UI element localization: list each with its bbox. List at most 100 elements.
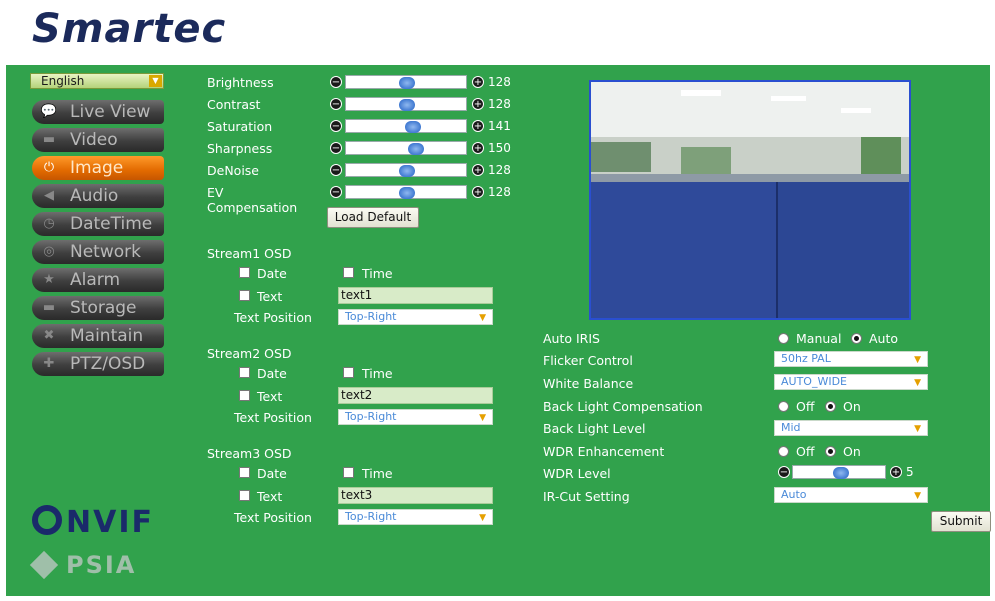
alarm-icon: ★ [43, 272, 55, 287]
slider-decrease-button[interactable]: − [330, 120, 342, 132]
osd-text-label: Text [257, 389, 283, 404]
slider-label: EV Compensation [207, 185, 298, 215]
sidebar-item-label: Audio [70, 186, 119, 206]
slider-label: DeNoise [207, 163, 259, 178]
osd-time-checkbox[interactable] [343, 267, 354, 278]
sidebar-item-network[interactable]: ◎ Network [32, 240, 164, 264]
auto-iris-label: Auto IRIS [543, 331, 600, 346]
chevron-down-icon: ▼ [914, 424, 921, 434]
bll-select[interactable]: Mid ▼ [774, 420, 928, 436]
slider-decrease-button[interactable]: − [330, 98, 342, 110]
wdr-off-radio[interactable] [778, 446, 789, 457]
auto-iris-auto-label: Auto [869, 331, 899, 346]
slider-thumb[interactable] [399, 99, 415, 111]
blc-on-radio[interactable] [825, 401, 836, 412]
osd-text-label: Text [257, 289, 283, 304]
sidebar-item-image[interactable]: ⏻ Image [32, 156, 164, 180]
chevron-down-icon: ▼ [914, 378, 921, 388]
osd-date-checkbox[interactable] [239, 367, 250, 378]
slider-thumb[interactable] [408, 143, 424, 155]
slider-track[interactable] [345, 163, 467, 177]
osd-position-select[interactable]: Top-Right ▼ [338, 409, 493, 425]
sidebar-item-datetime[interactable]: ◷ DateTime [32, 212, 164, 236]
slider-value: 141 [488, 119, 511, 133]
wdr-level-decrease-button[interactable]: − [778, 466, 790, 478]
slider-increase-button[interactable]: + [472, 98, 484, 110]
osd-position-label: Text Position [234, 410, 312, 425]
slider-thumb[interactable] [399, 187, 415, 199]
sidebar-item-label: Alarm [70, 270, 121, 290]
osd-text-input[interactable]: text2 [338, 387, 493, 404]
osd-time-label: Time [362, 366, 393, 381]
sidebar-item-ptz-osd[interactable]: ✚ PTZ/OSD [32, 352, 164, 376]
camera-icon: ▬ [42, 132, 56, 147]
osd-time-checkbox[interactable] [343, 367, 354, 378]
osd-date-checkbox[interactable] [239, 467, 250, 478]
wdr-label: WDR Enhancement [543, 444, 665, 459]
chevron-down-icon: ▼ [479, 513, 486, 523]
sidebar-item-label: Maintain [70, 326, 144, 346]
slider-track[interactable] [345, 119, 467, 133]
slider-thumb[interactable] [399, 77, 415, 89]
auto-iris-auto-radio[interactable] [851, 333, 862, 344]
osd-text-checkbox[interactable] [239, 290, 250, 301]
chevron-down-icon: ▼ [479, 313, 486, 323]
osd-position-select[interactable]: Top-Right ▼ [338, 309, 493, 325]
wdr-on-label: On [843, 444, 861, 459]
slider-decrease-button[interactable]: − [330, 164, 342, 176]
white-balance-select[interactable]: AUTO_WIDE ▼ [774, 374, 928, 390]
sidebar-item-alarm[interactable]: ★ Alarm [32, 268, 164, 292]
slider-label: Saturation [207, 119, 273, 134]
slider-increase-button[interactable]: + [472, 142, 484, 154]
slider-track[interactable] [345, 75, 467, 89]
slider-decrease-button[interactable]: − [330, 186, 342, 198]
video-frame [591, 82, 909, 318]
osd-text-checkbox[interactable] [239, 390, 250, 401]
osd-position-select[interactable]: Top-Right ▼ [338, 509, 493, 525]
osd-text-checkbox[interactable] [239, 490, 250, 501]
osd-time-checkbox[interactable] [343, 467, 354, 478]
language-value: English [41, 74, 85, 88]
ircut-select[interactable]: Auto ▼ [774, 487, 928, 503]
osd-date-label: Date [257, 266, 287, 281]
slider-thumb[interactable] [405, 121, 421, 133]
clock-icon: ◷ [43, 216, 55, 231]
sidebar-item-storage[interactable]: ▬ Storage [32, 296, 164, 320]
osd-text-input[interactable]: text3 [338, 487, 493, 504]
osd-date-label: Date [257, 466, 287, 481]
sidebar-item-video[interactable]: ▬ Video [32, 128, 164, 152]
osd-position-value: Top-Right [345, 510, 397, 523]
slider-increase-button[interactable]: + [472, 76, 484, 88]
language-select[interactable]: English ▼ [30, 73, 164, 89]
slider-track[interactable] [345, 141, 467, 155]
blc-off-radio[interactable] [778, 401, 789, 412]
slider-increase-button[interactable]: + [472, 120, 484, 132]
slider-decrease-button[interactable]: − [330, 142, 342, 154]
flicker-label: Flicker Control [543, 353, 633, 368]
sidebar-item-label: Live View [70, 102, 151, 122]
osd-text-input[interactable]: text1 [338, 287, 493, 304]
white-balance-value: AUTO_WIDE [781, 375, 847, 388]
slider-track[interactable] [345, 185, 467, 199]
wdr-level-track[interactable] [792, 465, 886, 479]
slider-increase-button[interactable]: + [472, 164, 484, 176]
wdr-level-increase-button[interactable]: + [890, 466, 902, 478]
submit-button[interactable]: Submit [931, 511, 991, 532]
wdr-on-radio[interactable] [825, 446, 836, 457]
power-icon: ⏻ [43, 160, 55, 175]
auto-iris-manual-radio[interactable] [778, 333, 789, 344]
blc-off-label: Off [796, 399, 815, 414]
sidebar-item-maintain[interactable]: ✖ Maintain [32, 324, 164, 348]
slider-thumb[interactable] [399, 165, 415, 177]
load-default-button[interactable]: Load Default [327, 207, 419, 228]
osd-time-label: Time [362, 266, 393, 281]
sidebar-item-audio[interactable]: ◀ Audio [32, 184, 164, 208]
slider-track[interactable] [345, 97, 467, 111]
flicker-select[interactable]: 50hz PAL ▼ [774, 351, 928, 367]
slider-decrease-button[interactable]: − [330, 76, 342, 88]
osd-date-checkbox[interactable] [239, 267, 250, 278]
wdr-level-thumb[interactable] [833, 467, 849, 479]
psia-text: PSIA [66, 551, 137, 579]
sidebar-item-live-view[interactable]: 💬 Live View [32, 100, 164, 124]
slider-increase-button[interactable]: + [472, 186, 484, 198]
